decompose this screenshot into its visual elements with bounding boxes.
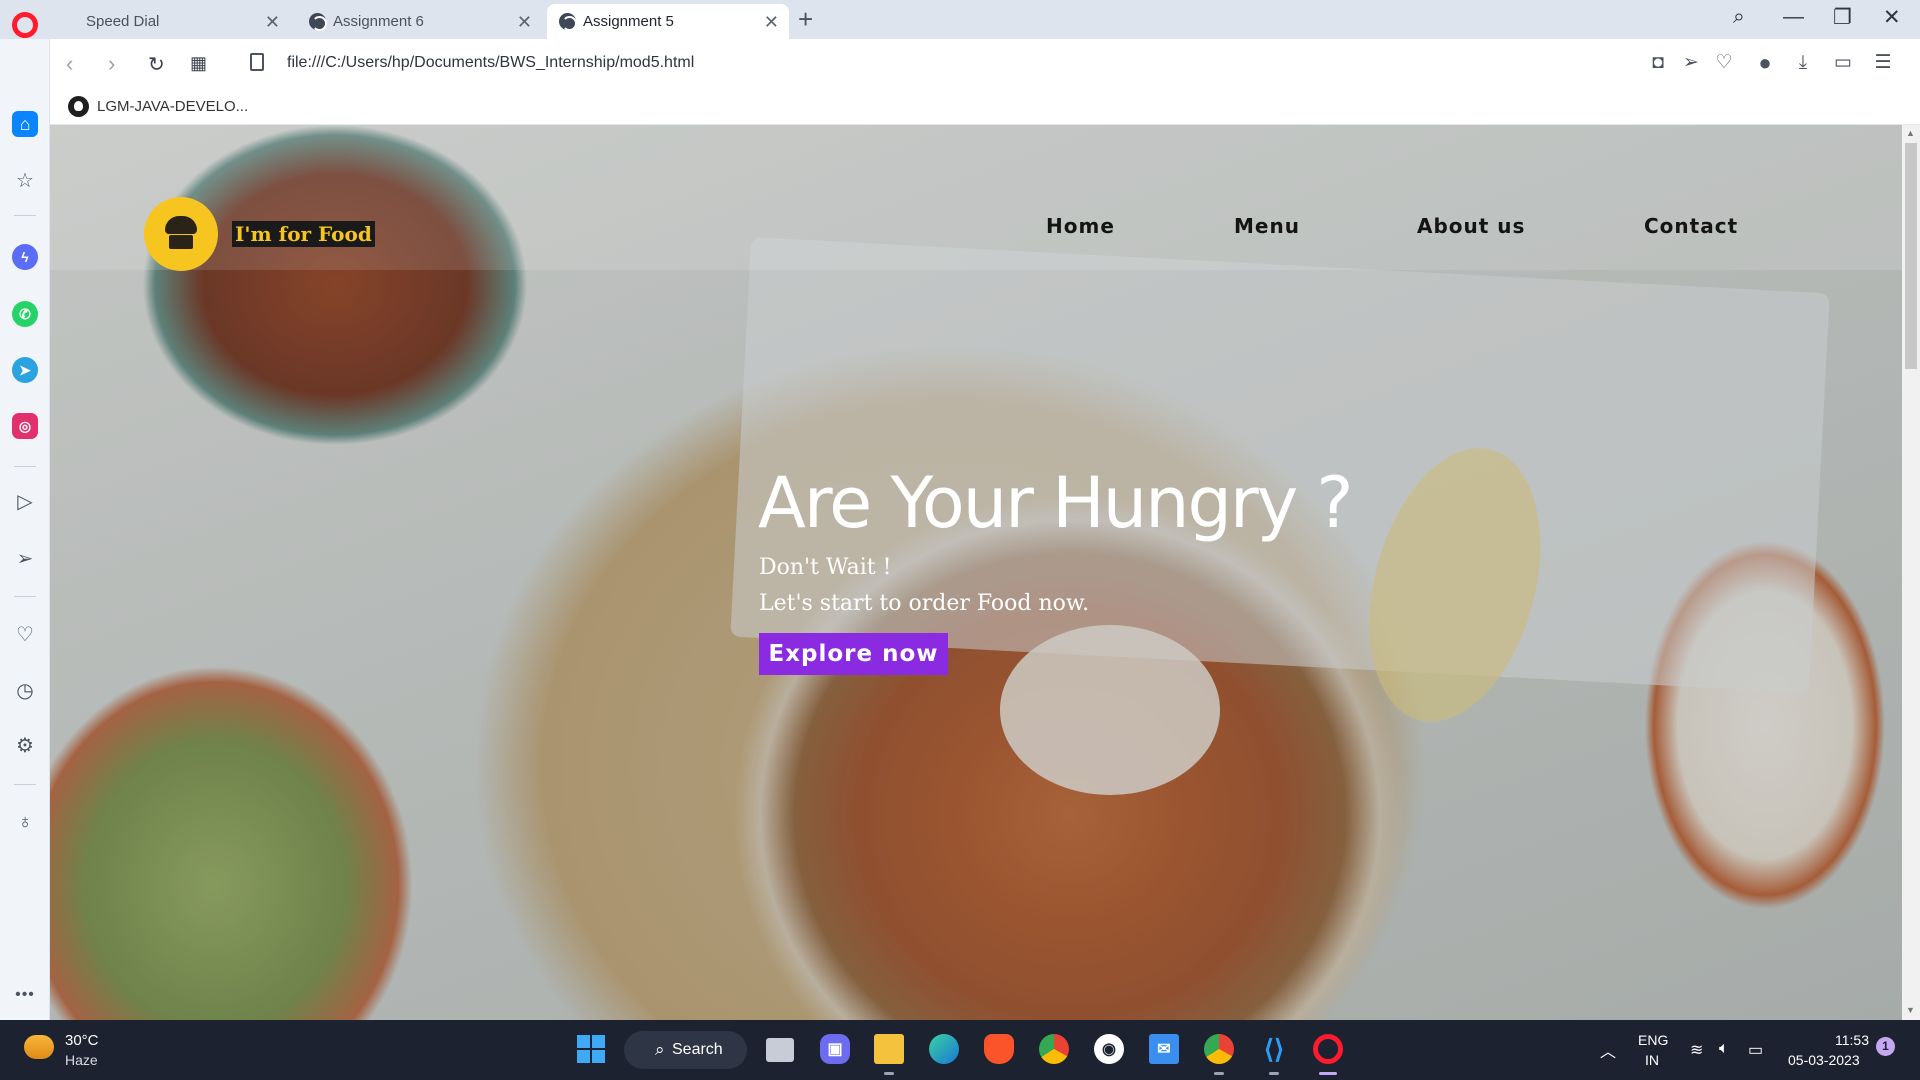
tab-search-icon[interactable]: ⌕ (1733, 5, 1745, 29)
github-desktop-icon[interactable]: ◉ (1094, 1034, 1124, 1064)
tab-assignment-6[interactable]: Assignment 6 ✕ (297, 4, 542, 39)
tips-lightbulb-icon[interactable]: ♁ (12, 809, 38, 835)
opera-sidebar: ⌂ ☆ ϟ ✆ ➤ ◎ ▷ ➢ ♡ ◷ ⚙ ♁ ••• (0, 39, 50, 1020)
scroll-down-icon[interactable]: ▼ (1906, 1005, 1915, 1015)
bookmarks-heart-icon[interactable]: ♡ (12, 621, 38, 647)
search-icon: ⌕ (655, 1040, 665, 1059)
tab-label: Speed Dial (86, 13, 160, 30)
easy-setup-icon[interactable]: ☰ (1873, 53, 1893, 73)
teams-chat-icon[interactable]: ▣ (820, 1034, 850, 1064)
tab-speed-dial[interactable]: Speed Dial ✕ (50, 4, 290, 39)
web-page: I'm for Food Home Menu About us Contact … (50, 125, 1902, 1020)
more-icon[interactable]: ••• (12, 982, 38, 1008)
player-icon[interactable]: ▷ (12, 488, 38, 514)
forward-icon[interactable]: › (108, 51, 115, 77)
clock-date[interactable]: 05-03-2023 (1788, 1052, 1860, 1068)
close-window-icon[interactable]: ✕ (1883, 5, 1901, 30)
edge-icon[interactable] (929, 1034, 959, 1064)
site-header (50, 125, 1902, 270)
tab-label: Assignment 5 (583, 13, 674, 30)
heart-icon[interactable]: ♡ (1714, 53, 1734, 73)
wifi-icon[interactable]: ≋ (1690, 1040, 1703, 1060)
file-icon (250, 53, 264, 71)
bookmarks-bar: LGM-JAVA-DEVELO... (50, 89, 1920, 125)
nav-about-us[interactable]: About us (1417, 214, 1525, 238)
hero-subtitle-1: Don't Wait ! (759, 555, 892, 580)
settings-icon[interactable]: ⚙ (12, 732, 38, 758)
tab-bar: Speed Dial ✕ Assignment 6 ✕ Assignment 5… (0, 0, 1920, 39)
file-explorer-icon[interactable] (874, 1034, 904, 1064)
back-icon[interactable]: ‹ (66, 51, 73, 77)
taskbar: 30°C Haze ⌕ Search ▣ ◉ ✉ ⟨⟩ ︿ ENG IN ≋ 🔈… (0, 1020, 1920, 1080)
star-icon[interactable]: ☆ (12, 167, 38, 193)
close-icon[interactable]: ✕ (764, 12, 779, 33)
tab-assignment-5[interactable]: Assignment 5 ✕ (547, 4, 789, 39)
volume-icon[interactable]: 🔈︎ (1719, 1040, 1729, 1058)
chef-hat-logo-icon[interactable] (144, 197, 218, 271)
close-icon[interactable]: ✕ (517, 12, 532, 33)
minimize-icon[interactable]: — (1783, 5, 1804, 29)
profile-icon[interactable]: ● (1755, 52, 1775, 74)
search-label: Search (672, 1041, 723, 1058)
globe-icon (309, 13, 327, 31)
hero-subtitle-2: Let's start to order Food now. (759, 591, 1090, 616)
clock-time[interactable]: 11:53 (1835, 1032, 1869, 1048)
globe-icon (559, 13, 577, 31)
download-icon[interactable]: ⤓ (1793, 53, 1813, 73)
tab-label: Assignment 6 (333, 13, 424, 30)
brand-name[interactable]: I'm for Food (232, 221, 375, 247)
notification-badge[interactable]: 1 (1876, 1037, 1895, 1056)
nav-home[interactable]: Home (1046, 214, 1115, 238)
chevron-up-icon[interactable]: ︿ (1600, 1038, 1616, 1062)
instagram-icon[interactable]: ◎ (12, 413, 38, 439)
telegram-icon[interactable]: ➤ (12, 357, 38, 383)
bookmark-label[interactable]: LGM-JAVA-DEVELO... (97, 98, 248, 115)
language-bottom[interactable]: IN (1645, 1052, 1659, 1068)
scroll-up-icon[interactable]: ▲ (1906, 128, 1915, 138)
address-bar: ‹ › ↻ ▦ file:///C:/Users/hp/Documents/BW… (50, 39, 1920, 89)
battery-icon[interactable]: ▭ (1748, 1040, 1763, 1060)
chrome-profile-icon[interactable] (1204, 1034, 1234, 1064)
url-field[interactable]: file:///C:/Users/hp/Documents/BWS_Intern… (287, 54, 694, 72)
hero-title: Are Your Hungry ? (758, 462, 1354, 544)
nav-contact[interactable]: Contact (1644, 214, 1738, 238)
github-icon (68, 96, 89, 117)
my-flow-icon[interactable]: ➢ (12, 545, 38, 571)
mail-icon[interactable]: ✉ (1149, 1034, 1179, 1064)
tab-overview-icon[interactable]: ▦ (190, 53, 207, 74)
taskbar-search[interactable]: ⌕ Search (624, 1031, 747, 1069)
explore-now-button[interactable]: Explore now (759, 633, 948, 675)
vertical-scrollbar[interactable]: ▲ ▼ (1902, 125, 1920, 1020)
nav-menu[interactable]: Menu (1234, 214, 1300, 238)
whatsapp-icon[interactable]: ✆ (12, 301, 38, 327)
send-icon[interactable]: ➢ (1681, 53, 1701, 73)
restore-icon[interactable]: ❐ (1833, 5, 1852, 30)
new-tab-icon[interactable]: + (798, 4, 813, 35)
history-icon[interactable]: ◷ (12, 677, 38, 703)
speed-dial-icon (62, 13, 79, 30)
opera-logo-icon[interactable] (12, 12, 38, 38)
close-icon[interactable]: ✕ (265, 12, 280, 33)
screen: Speed Dial ✕ Assignment 6 ✕ Assignment 5… (0, 0, 1920, 1080)
brave-icon[interactable] (984, 1034, 1014, 1064)
scroll-thumb[interactable] (1905, 143, 1917, 369)
battery-saver-icon[interactable]: ▭ (1833, 53, 1853, 73)
camera-icon[interactable]: ◘ (1648, 53, 1668, 73)
weather-temp[interactable]: 30°C (65, 1032, 99, 1049)
language-top[interactable]: ENG (1638, 1032, 1668, 1048)
reload-icon[interactable]: ↻ (148, 52, 165, 77)
weather-haze-icon[interactable] (24, 1035, 54, 1059)
start-windows-icon[interactable] (576, 1034, 606, 1064)
weather-desc[interactable]: Haze (65, 1052, 98, 1068)
home-icon[interactable]: ⌂ (12, 111, 38, 137)
task-view-icon[interactable] (766, 1038, 794, 1062)
chrome-icon[interactable] (1039, 1034, 1069, 1064)
vscode-icon[interactable]: ⟨⟩ (1259, 1034, 1289, 1064)
opera-taskbar-icon[interactable] (1313, 1034, 1343, 1064)
messenger-icon[interactable]: ϟ (12, 244, 38, 270)
